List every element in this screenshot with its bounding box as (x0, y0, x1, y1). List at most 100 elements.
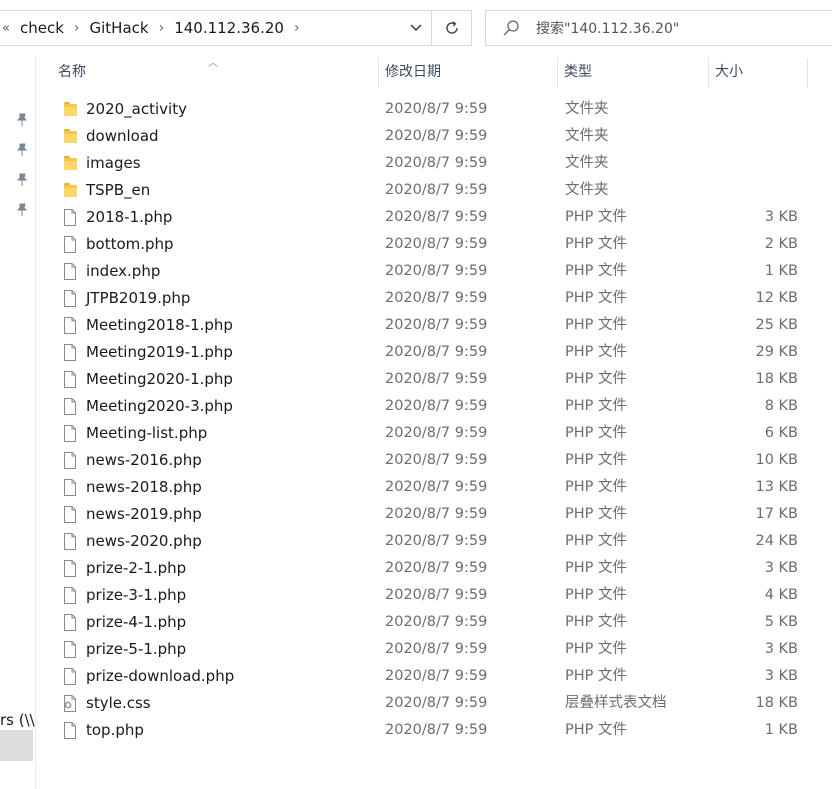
file-row[interactable]: images 2020/8/7 9:59 文件夹 (36, 150, 832, 177)
file-type: PHP 文件 (565, 452, 628, 468)
address-toolbar: « check › GitHack › 140.112.36.20 › 搜索"1… (0, 0, 832, 56)
file-name[interactable]: Meeting2018-1.php (86, 312, 233, 339)
breadcrumb-item-current[interactable]: 140.112.36.20 (170, 19, 288, 37)
column-header-size[interactable]: 大小 (709, 56, 807, 88)
file-row[interactable]: 2020_activity 2020/8/7 9:59 文件夹 (36, 96, 832, 123)
file-name[interactable]: Meeting2019-1.php (86, 339, 233, 366)
file-name[interactable]: prize-4-1.php (86, 609, 186, 636)
file-type: PHP 文件 (565, 614, 628, 630)
nav-item-selected[interactable] (0, 730, 33, 761)
search-input[interactable]: 搜索"140.112.36.20" (536, 18, 679, 38)
file-row[interactable]: news-2016.php 2020/8/7 9:59 PHP 文件 10 KB (36, 447, 832, 474)
file-row[interactable]: Meeting2020-1.php 2020/8/7 9:59 PHP 文件 18 K… (36, 366, 832, 393)
address-bar[interactable]: « check › GitHack › 140.112.36.20 › (0, 10, 472, 46)
refresh-icon (445, 21, 458, 34)
file-name[interactable]: 2020_activity (86, 96, 187, 123)
file-size: 2 KB (764, 236, 798, 252)
column-header-name[interactable]: 名称 (52, 56, 378, 88)
file-name[interactable]: Meeting-list.php (86, 420, 207, 447)
file-row[interactable]: prize-5-1.php 2020/8/7 9:59 PHP 文件 3 KB (36, 636, 832, 663)
file-name[interactable]: news-2019.php (86, 501, 202, 528)
file-name[interactable]: images (86, 150, 141, 177)
file-type: PHP 文件 (565, 587, 628, 603)
file-row[interactable]: style.css 2020/8/7 9:59 层叠样式表文档 18 KB (36, 690, 832, 717)
chevron-right-icon[interactable]: › (153, 20, 171, 36)
file-name[interactable]: prize-5-1.php (86, 636, 186, 663)
file-row[interactable]: 2018-1.php 2020/8/7 9:59 PHP 文件 3 KB (36, 204, 832, 231)
file-size: 1 KB (764, 722, 798, 738)
file-icon (62, 235, 78, 254)
file-name[interactable]: Meeting2020-1.php (86, 366, 233, 393)
file-name[interactable]: Meeting2020-3.php (86, 393, 233, 420)
file-row[interactable]: top.php 2020/8/7 9:59 PHP 文件 1 KB (36, 717, 832, 744)
file-name[interactable]: bottom.php (86, 231, 174, 258)
file-name[interactable]: prize-2-1.php (86, 555, 186, 582)
folder-icon (62, 100, 78, 119)
chevron-down-icon[interactable] (401, 11, 431, 45)
file-name[interactable]: JTPB2019.php (86, 285, 190, 312)
file-icon (62, 451, 78, 470)
breadcrumb-overflow-button[interactable]: « (2, 21, 10, 36)
file-row[interactable]: prize-4-1.php 2020/8/7 9:59 PHP 文件 5 KB (36, 609, 832, 636)
chevron-right-icon[interactable]: › (68, 20, 86, 36)
file-row[interactable]: prize-download.php 2020/8/7 9:59 PHP 文件 3 K… (36, 663, 832, 690)
column-divider[interactable] (807, 58, 808, 88)
file-icon (62, 478, 78, 497)
file-row[interactable]: JTPB2019.php 2020/8/7 9:59 PHP 文件 12 KB (36, 285, 832, 312)
file-type: PHP 文件 (565, 641, 628, 657)
file-date: 2020/8/7 9:59 (385, 128, 488, 144)
file-size: 10 KB (755, 452, 798, 468)
file-type: PHP 文件 (565, 209, 628, 225)
file-type: 层叠样式表文档 (565, 695, 667, 711)
file-name[interactable]: 2018-1.php (86, 204, 172, 231)
file-name[interactable]: news-2016.php (86, 447, 202, 474)
file-date: 2020/8/7 9:59 (385, 641, 488, 657)
file-row[interactable]: news-2018.php 2020/8/7 9:59 PHP 文件 13 KB (36, 474, 832, 501)
file-row[interactable]: Meeting2018-1.php 2020/8/7 9:59 PHP 文件 25 K… (36, 312, 832, 339)
file-list: 2020_activity 2020/8/7 9:59 文件夹 download 202… (36, 96, 832, 744)
file-row[interactable]: Meeting-list.php 2020/8/7 9:59 PHP 文件 6 KB (36, 420, 832, 447)
file-date: 2020/8/7 9:59 (385, 209, 488, 225)
file-name[interactable]: style.css (86, 690, 151, 717)
file-row[interactable]: TSPB_en 2020/8/7 9:59 文件夹 (36, 177, 832, 204)
breadcrumb-item-check[interactable]: check (16, 19, 68, 37)
file-date: 2020/8/7 9:59 (385, 344, 488, 360)
file-row[interactable]: download 2020/8/7 9:59 文件夹 (36, 123, 832, 150)
file-size: 6 KB (764, 425, 798, 441)
navigation-pane (0, 56, 36, 789)
file-name[interactable]: prize-download.php (86, 663, 234, 690)
file-date: 2020/8/7 9:59 (385, 533, 488, 549)
file-name[interactable]: news-2018.php (86, 474, 202, 501)
file-row[interactable]: prize-3-1.php 2020/8/7 9:59 PHP 文件 4 KB (36, 582, 832, 609)
file-row[interactable]: bottom.php 2020/8/7 9:59 PHP 文件 2 KB (36, 231, 832, 258)
file-name[interactable]: download (86, 123, 159, 150)
file-name[interactable]: TSPB_en (86, 177, 150, 204)
file-row[interactable]: Meeting2019-1.php 2020/8/7 9:59 PHP 文件 29 K… (36, 339, 832, 366)
file-row[interactable]: Meeting2020-3.php 2020/8/7 9:59 PHP 文件 8 KB (36, 393, 832, 420)
file-size: 3 KB (764, 641, 798, 657)
column-header-type[interactable]: 类型 (558, 56, 708, 88)
file-type: PHP 文件 (565, 371, 628, 387)
file-type: PHP 文件 (565, 560, 628, 576)
file-icon (62, 532, 78, 551)
file-name[interactable]: index.php (86, 258, 160, 285)
file-name[interactable]: prize-3-1.php (86, 582, 186, 609)
file-row[interactable]: prize-2-1.php 2020/8/7 9:59 PHP 文件 3 KB (36, 555, 832, 582)
column-header-date[interactable]: 修改日期 (379, 56, 557, 88)
nav-item-network[interactable]: rs (\\ (0, 711, 35, 729)
file-size: 12 KB (755, 290, 798, 306)
file-row[interactable]: index.php 2020/8/7 9:59 PHP 文件 1 KB (36, 258, 832, 285)
search-box[interactable]: 搜索"140.112.36.20" (485, 10, 832, 46)
file-name[interactable]: news-2020.php (86, 528, 202, 555)
file-icon (62, 640, 78, 659)
breadcrumb-item-githack[interactable]: GitHack (86, 19, 153, 37)
refresh-button[interactable] (431, 11, 471, 45)
file-name[interactable]: top.php (86, 717, 144, 744)
file-date: 2020/8/7 9:59 (385, 317, 488, 333)
file-row[interactable]: news-2019.php 2020/8/7 9:59 PHP 文件 17 KB (36, 501, 832, 528)
file-row[interactable]: news-2020.php 2020/8/7 9:59 PHP 文件 24 KB (36, 528, 832, 555)
file-icon (62, 721, 78, 740)
file-size: 24 KB (755, 533, 798, 549)
chevron-right-icon[interactable]: › (288, 20, 306, 36)
file-date: 2020/8/7 9:59 (385, 290, 488, 306)
